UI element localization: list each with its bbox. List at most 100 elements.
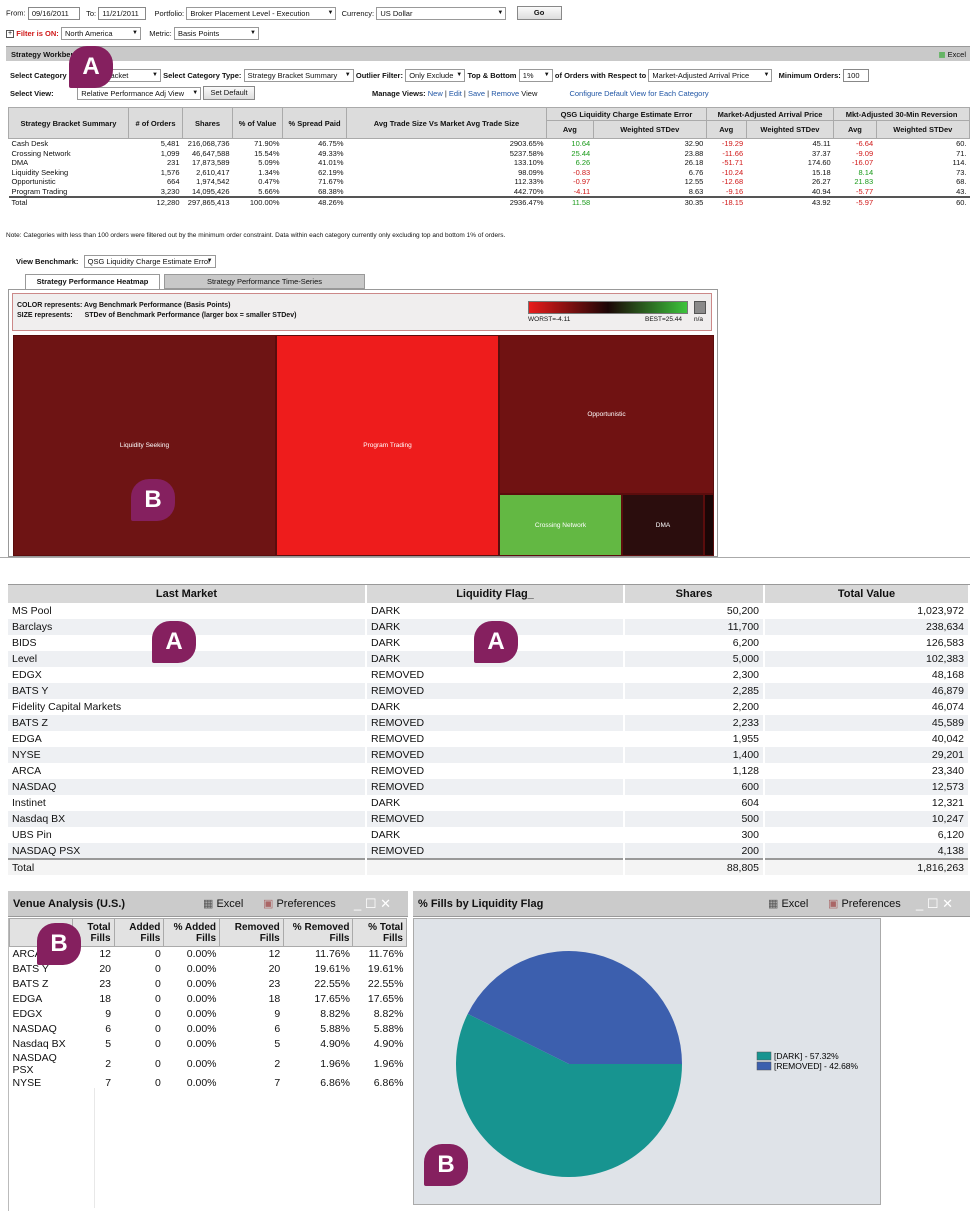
cell-orders: 664 — [166, 177, 180, 186]
venue-row[interactable]: EDGA 18 0 0.00% 18 17.65% 17.65% — [10, 992, 407, 1007]
view-new-link[interactable]: New — [428, 89, 443, 98]
close-icon[interactable]: ✕ — [380, 896, 391, 911]
table-row[interactable]: BATS Z REMOVED 2,233 45,589 — [8, 715, 970, 731]
heatmap-tile-opportunistic[interactable]: Opportunistic — [499, 335, 714, 494]
summary-row[interactable]: Program Trading 3,230 14,095,426 5.66% 68.38… — [9, 187, 970, 198]
venue-cell: 0.00% — [186, 1077, 217, 1089]
venue-row[interactable]: EDGX 9 0 0.00% 9 8.82% 8.82% — [10, 1007, 407, 1022]
maximize-icon[interactable]: ☐ — [365, 896, 377, 911]
region-select[interactable]: North America — [60, 27, 141, 40]
cell-a1: 25.44 — [571, 148, 591, 158]
filter-expand-icon[interactable]: + — [6, 29, 14, 38]
heatmap-tile-crossing-network[interactable]: Crossing Network — [499, 494, 622, 556]
cell-v: 29,201 — [764, 747, 970, 763]
cell-w1: 32.90 — [684, 139, 704, 148]
view-remove-link[interactable]: Remove — [491, 89, 519, 98]
venue-row[interactable]: NASDAQ 6 0 0.00% 6 5.88% 5.88% — [10, 1022, 407, 1037]
table-row[interactable]: ARCA REMOVED 1,128 23,340 — [8, 763, 970, 779]
table-row[interactable]: UBS Pin DARK 300 6,120 — [8, 827, 970, 843]
cell-s: 1,400 — [624, 747, 765, 763]
table-row[interactable]: EDGX REMOVED 2,300 48,168 — [8, 667, 970, 683]
fills-preferences-button[interactable]: ▣ Preferences — [828, 891, 901, 917]
separator: | — [463, 89, 466, 98]
respect-select[interactable]: Market-Adjusted Arrival Price — [648, 69, 773, 82]
table-row[interactable]: NYSE REMOVED 1,400 29,201 — [8, 747, 970, 763]
workbench-excel-button[interactable]: ▦ Excel — [938, 47, 966, 62]
maximize-icon[interactable]: ☐ — [927, 896, 939, 911]
fills-excel-button[interactable]: ▦ Excel — [768, 891, 808, 917]
cell-a1: -4.11 — [573, 186, 591, 196]
category-type-select[interactable]: Strategy Bracket Summary — [243, 69, 354, 82]
col-avg-trade: Avg Trade Size Vs Market Avg Trade Size — [346, 107, 547, 139]
table-row[interactable]: NASDAQ REMOVED 600 12,573 — [8, 779, 970, 795]
top-bottom-select[interactable]: 1% — [518, 69, 553, 82]
cell-shares: 216,068,736 — [187, 139, 230, 148]
view-save-link[interactable]: Save — [468, 89, 485, 98]
table-row[interactable]: MS Pool DARK 50,200 1,023,972 — [8, 603, 970, 619]
summary-row[interactable]: Cash Desk 5,481 216,068,736 71.90% 46.75% 290… — [9, 139, 970, 149]
heatmap-tile-liquidity-seeking[interactable]: Liquidity Seeking — [13, 335, 276, 556]
portfolio-select[interactable]: Broker Placement Level - Execution — [186, 6, 337, 20]
outlier-filter-label: Outlier Filter: — [355, 71, 403, 80]
table-row[interactable]: BATS Y REMOVED 2,285 46,879 — [8, 683, 970, 699]
venue-row[interactable]: BATS Z 23 0 0.00% 23 22.55% 22.55% — [10, 977, 407, 992]
cell-avgtrade: 112.33% — [514, 177, 544, 186]
benchmark-select[interactable]: QSG Liquidity Charge Estimate Error — [83, 255, 216, 268]
summary-row[interactable]: Opportunistic 664 1,974,542 0.47% 71.67% 112.… — [9, 177, 970, 187]
go-button[interactable]: Go — [516, 6, 562, 20]
tab-time-series[interactable]: Strategy Performance Time-Series — [164, 274, 365, 289]
col-wstd: Weighted STDev — [592, 120, 707, 139]
metric-select[interactable]: Basis Points — [173, 27, 259, 40]
total-cell-v: 1,816,263 — [764, 858, 970, 875]
to-label: To: — [86, 8, 97, 18]
view-word: View — [521, 89, 538, 98]
summary-row[interactable]: Crossing Network 1,099 46,647,588 15.54% 49.… — [9, 149, 970, 159]
close-icon[interactable]: ✕ — [942, 896, 953, 911]
view-edit-link[interactable]: Edit — [449, 89, 462, 98]
venue-cell: 5.88% — [373, 1023, 404, 1035]
view-select[interactable]: Relative Performance Adj View — [77, 86, 202, 100]
venue-cell: 4.90% — [320, 1038, 350, 1050]
cell-a1: -0.97 — [573, 177, 591, 186]
venue-row[interactable]: NASDAQ PSX 2 0 0.00% 2 1.96% 1.96% — [10, 1052, 407, 1076]
currency-select[interactable]: US Dollar — [376, 6, 507, 20]
summary-total-row[interactable]: Total 12,280 297,865,413 100.00% 48.26% 2936.… — [8, 197, 970, 208]
cell-name: Opportunistic — [11, 177, 56, 186]
table-row[interactable]: EDGA REMOVED 1,955 40,042 — [8, 731, 970, 747]
minimize-icon[interactable]: _ — [354, 896, 361, 911]
size-label: SIZE represents: — [17, 312, 73, 319]
cell-a2: -11.66 — [722, 148, 744, 158]
cell-s: 1,128 — [624, 763, 765, 779]
to-date-input[interactable]: 11/21/2011 — [98, 6, 147, 20]
cell-a1: -0.83 — [573, 167, 591, 177]
table-total-row: Total 88,805 1,816,263 — [8, 858, 970, 875]
venue-preferences-button[interactable]: ▣ Preferences — [263, 891, 336, 917]
from-date-input[interactable]: 09/16/2011 — [27, 6, 80, 20]
venue-excel-button[interactable]: ▦ Excel — [203, 891, 243, 917]
minimize-icon[interactable]: _ — [916, 896, 923, 911]
outlier-filter-select[interactable]: Only Exclude — [405, 69, 466, 82]
heatmap-tile-small[interactable] — [704, 494, 714, 556]
table-row[interactable]: Instinet DARK 604 12,321 — [8, 795, 970, 811]
min-orders-input[interactable]: 100 — [842, 69, 869, 82]
table-row[interactable]: Fidelity Capital Markets DARK 2,200 46,074 — [8, 699, 970, 715]
venue-row[interactable]: Nasdaq BX 5 0 0.00% 5 4.90% 4.90% — [10, 1037, 407, 1052]
cell-spread: 68.38% — [318, 186, 344, 196]
cell-v: 46,074 — [764, 699, 970, 715]
tab-heatmap[interactable]: Strategy Performance Heatmap — [25, 274, 160, 289]
summary-row[interactable]: Liquidity Seeking 1,576 2,610,417 1.34% 62.1… — [9, 168, 970, 178]
heatmap-tile-dma[interactable]: DMA — [622, 494, 704, 556]
heatmap-tile-program-trading[interactable]: Program Trading — [276, 335, 499, 556]
legend-label: [DARK] - 57.32% — [774, 1051, 839, 1061]
cell-s: 2,233 — [624, 715, 765, 731]
table-row[interactable]: Nasdaq BX REMOVED 500 10,247 — [8, 811, 970, 827]
set-default-button[interactable]: Set Default — [203, 86, 255, 100]
cell-a2: -51.71 — [721, 158, 744, 167]
cell-v: 12,573 — [764, 779, 970, 795]
configure-default-link[interactable]: Configure Default View for Each Category — [569, 89, 708, 98]
venue-row[interactable]: NYSE 7 0 0.00% 7 6.86% 6.86% — [10, 1076, 407, 1091]
legend-swatch — [756, 1061, 772, 1071]
table-row[interactable]: NASDAQ PSX REMOVED 200 4,138 — [8, 843, 970, 859]
cell-v: 1,023,972 — [764, 603, 970, 619]
summary-row[interactable]: DMA 231 17,873,589 5.09% 41.01% 133.10% 6.26 26… — [9, 158, 970, 168]
